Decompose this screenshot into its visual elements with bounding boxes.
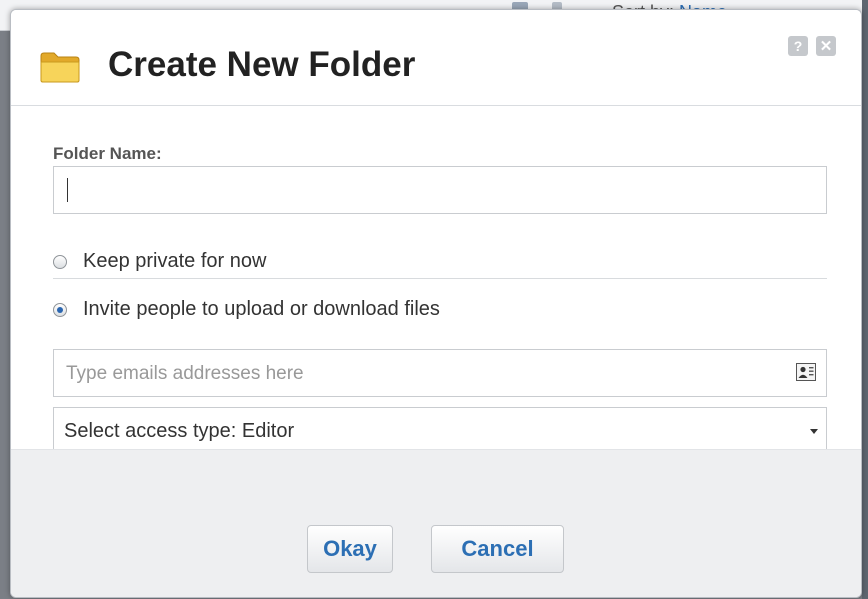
keep-private-label: Keep private for now [83, 250, 267, 272]
keep-private-option[interactable]: Keep private for now [53, 250, 266, 273]
options-divider [53, 278, 827, 279]
create-folder-dialog: Create New Folder ? ✕ Folder Name: Keep … [10, 9, 862, 598]
address-book-icon[interactable] [796, 363, 816, 381]
text-caret [67, 178, 68, 202]
close-icon[interactable]: ✕ [816, 36, 836, 56]
dialog-title: Create New Folder [108, 45, 416, 84]
folder-name-label: Folder Name: [53, 144, 162, 163]
background-edge [862, 0, 868, 599]
email-addresses-input[interactable]: Type emails addresses here [53, 349, 827, 397]
cancel-button[interactable]: Cancel [431, 525, 564, 573]
access-type-select[interactable]: Select access type: Editor [53, 407, 827, 455]
access-type-value: Select access type: Editor [64, 420, 295, 442]
email-placeholder: Type emails addresses here [66, 363, 304, 384]
folder-icon [40, 52, 80, 83]
keep-private-radio[interactable] [53, 254, 67, 269]
folder-name-input[interactable] [53, 166, 827, 214]
chevron-down-icon [810, 429, 818, 434]
help-icon[interactable]: ? [788, 36, 808, 56]
dialog-footer: Okay Cancel [11, 449, 861, 597]
invite-people-label: Invite people to upload or download file… [83, 298, 440, 320]
invite-people-radio[interactable] [53, 302, 67, 317]
dialog-body: Folder Name: Keep private for now Invite… [11, 106, 861, 455]
dialog-header: Create New Folder ? ✕ [11, 10, 861, 106]
invite-people-option[interactable]: Invite people to upload or download file… [53, 298, 440, 321]
okay-button[interactable]: Okay [307, 525, 393, 573]
